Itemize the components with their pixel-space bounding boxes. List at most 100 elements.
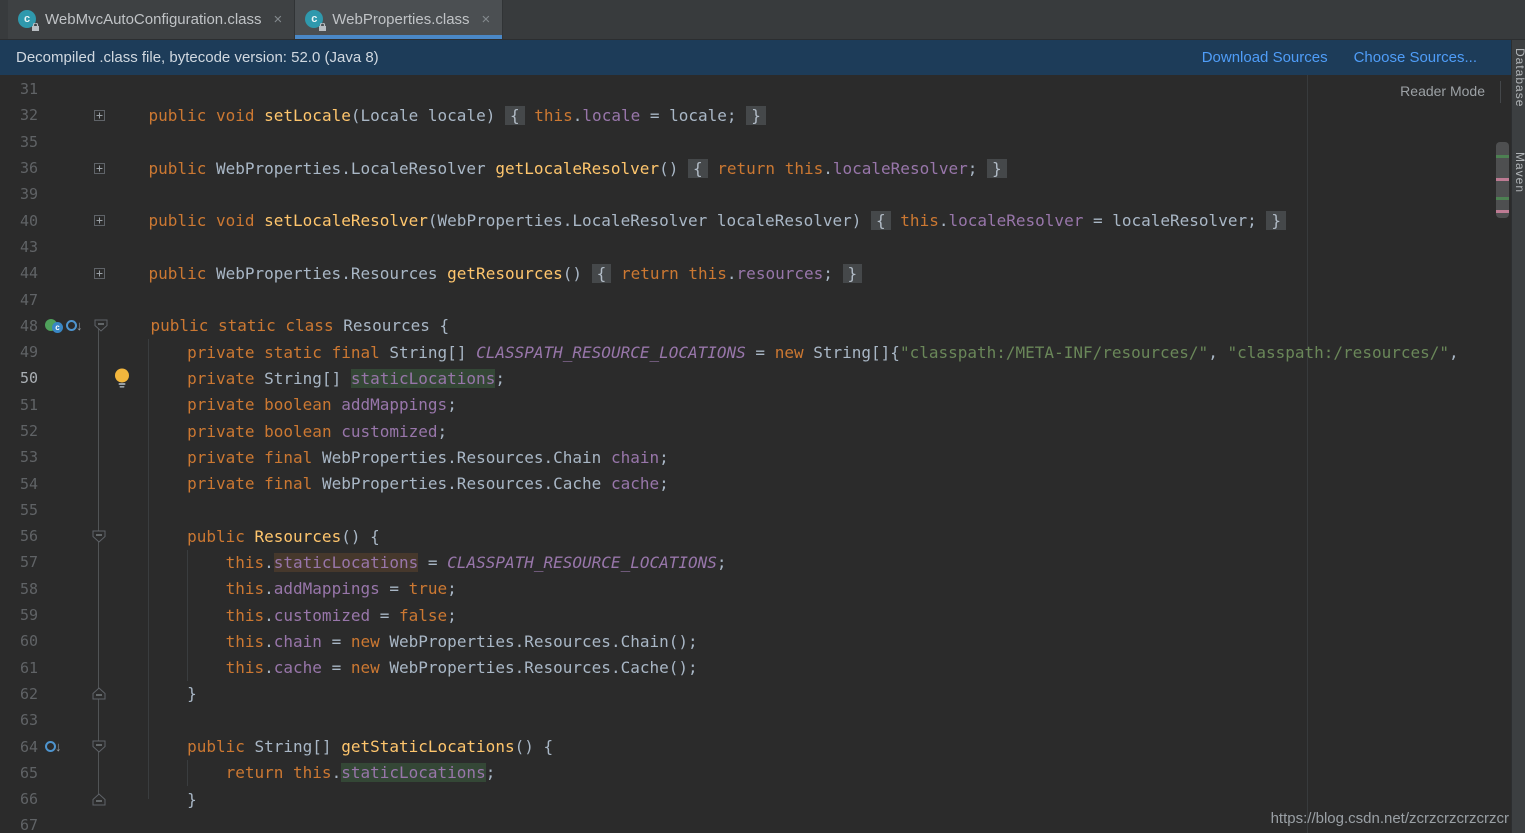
code-line[interactable]: 59 this.customized = false; (0, 602, 1511, 628)
code-line[interactable]: 36 public WebProperties.LocaleResolver g… (0, 155, 1511, 181)
fold-marker-icon[interactable] (88, 740, 110, 753)
code-text[interactable]: this.staticLocations = CLASSPATH_RESOURC… (110, 552, 1511, 572)
intention-bulb-icon[interactable] (114, 368, 130, 389)
code-text[interactable]: public WebProperties.LocaleResolver getL… (110, 158, 1511, 178)
fold-marker-icon[interactable] (90, 319, 112, 332)
line-number: 44 (19, 264, 38, 283)
reader-mode-toggle[interactable]: Reader Mode (1400, 83, 1485, 99)
code-text[interactable]: public String[] getStaticLocations() { (110, 737, 1511, 756)
fold-marker-icon[interactable] (88, 267, 110, 279)
code-text[interactable]: } (110, 790, 1511, 809)
code-line[interactable]: 62 } (0, 681, 1511, 707)
code-line[interactable]: 54 private final WebProperties.Resources… (0, 470, 1511, 496)
choose-sources-link[interactable]: Choose Sources... (1354, 49, 1477, 66)
code-text[interactable]: public void setLocaleResolver(WebPropert… (110, 211, 1511, 231)
code-text[interactable]: private String[] staticLocations; (110, 368, 1511, 388)
fold-marker-icon[interactable] (88, 162, 110, 174)
scroll-mark-green (1496, 155, 1509, 158)
code-line[interactable]: 66 } (0, 786, 1511, 812)
code-line[interactable]: 31 (0, 76, 1511, 102)
code-text[interactable]: private final WebProperties.Resources.Ch… (110, 448, 1511, 467)
code-text[interactable]: return this.staticLocations; (110, 763, 1511, 783)
editor-tab[interactable]: c WebProperties.class × (295, 0, 504, 39)
code-line[interactable]: 57 this.staticLocations = CLASSPATH_RESO… (0, 549, 1511, 575)
code-line[interactable]: 35 (0, 129, 1511, 155)
code-text[interactable]: private final WebProperties.Resources.Ca… (110, 474, 1511, 493)
code-line[interactable]: 50 private String[] staticLocations; (0, 365, 1511, 391)
code-line[interactable]: 64 ↓ public String[] getStaticLocations()… (0, 733, 1511, 759)
code-text[interactable]: public WebProperties.Resources getResour… (110, 263, 1511, 283)
code-line[interactable]: 56 public Resources() { (0, 523, 1511, 549)
code-line[interactable]: 60 this.chain = new WebProperties.Resour… (0, 628, 1511, 654)
code-text[interactable]: this.cache = new WebProperties.Resources… (110, 658, 1511, 677)
gutter-icons: c ↓ (42, 318, 90, 334)
line-number: 36 (19, 159, 38, 178)
line-number: 47 (19, 290, 38, 309)
scroll-mark-pink (1496, 178, 1509, 181)
fold-marker-icon[interactable] (88, 109, 110, 121)
tab-label: WebMvcAutoConfiguration.class (45, 11, 262, 28)
line-number: 53 (19, 448, 38, 467)
code-text[interactable]: private boolean addMappings; (110, 395, 1511, 414)
fold-marker-icon[interactable] (88, 215, 110, 227)
code-text[interactable]: public static class Resources { (112, 316, 1511, 335)
code-line[interactable]: 49 private static final String[] CLASSPA… (0, 339, 1511, 365)
line-number: 55 (19, 500, 38, 519)
code-text[interactable]: this.chain = new WebProperties.Resources… (110, 632, 1511, 651)
tab-close-icon[interactable]: × (274, 11, 283, 28)
code-line[interactable]: 55 (0, 497, 1511, 523)
decompiled-banner: Decompiled .class file, bytecode version… (0, 40, 1511, 75)
fold-marker-icon[interactable] (88, 530, 110, 543)
banner-message: Decompiled .class file, bytecode version… (16, 49, 379, 66)
editor-scrollbar[interactable] (1496, 75, 1510, 833)
code-lines: 31 32 public void setLocale(Locale locale… (0, 76, 1511, 833)
fold-marker-icon[interactable] (88, 792, 110, 806)
code-text[interactable]: public Resources() { (110, 527, 1511, 546)
code-text[interactable]: this.addMappings = true; (110, 579, 1511, 598)
line-number: 32 (19, 106, 38, 125)
line-number: 35 (19, 132, 38, 151)
code-text[interactable]: private boolean customized; (110, 422, 1511, 441)
line-number: 57 (19, 553, 38, 572)
gutter-icons: ↓ (42, 739, 88, 755)
code-line[interactable]: 39 (0, 181, 1511, 207)
fold-marker-icon[interactable] (88, 687, 110, 700)
code-line[interactable]: 53 private final WebProperties.Resources… (0, 444, 1511, 470)
code-line[interactable]: 44 public WebProperties.Resources getRes… (0, 260, 1511, 286)
editor-tab[interactable]: c WebMvcAutoConfiguration.class × (8, 0, 296, 39)
code-line[interactable]: 47 (0, 286, 1511, 312)
tool-window-button-maven[interactable]: Maven (1513, 152, 1525, 193)
code-text[interactable]: this.customized = false; (110, 606, 1511, 625)
code-text[interactable]: public void setLocale(Locale locale) { t… (110, 105, 1511, 125)
code-line[interactable]: 40 public void setLocaleResolver(WebProp… (0, 207, 1511, 233)
line-number: 67 (19, 816, 38, 833)
tab-close-icon[interactable]: × (482, 11, 491, 28)
code-text[interactable]: private static final String[] CLASSPATH_… (110, 343, 1511, 362)
code-line[interactable]: 52 private boolean customized; (0, 418, 1511, 444)
code-line[interactable]: 32 public void setLocale(Locale locale) … (0, 102, 1511, 128)
line-number: 60 (19, 632, 38, 651)
line-number: 50 (19, 369, 38, 388)
code-line[interactable]: 43 (0, 234, 1511, 260)
tab-label: WebProperties.class (332, 11, 470, 28)
line-number: 40 (19, 211, 38, 230)
code-line[interactable]: 61 this.cache = new WebProperties.Resour… (0, 655, 1511, 681)
tool-window-button-database[interactable]: Database (1513, 48, 1525, 107)
code-line[interactable]: 48 c ↓ public static class Resources { (0, 313, 1511, 339)
code-line[interactable]: 63 (0, 707, 1511, 733)
line-number: 31 (19, 80, 38, 99)
line-number: 62 (19, 684, 38, 703)
code-line[interactable]: 65 return this.staticLocations; (0, 760, 1511, 786)
scroll-mark-green (1496, 197, 1509, 200)
code-line[interactable]: 51 private boolean addMappings; (0, 392, 1511, 418)
code-editor[interactable]: 31 32 public void setLocale(Locale locale… (0, 75, 1511, 833)
overridden-marker-icon[interactable]: ↓ (66, 318, 90, 334)
code-text[interactable]: } (110, 684, 1511, 703)
line-number: 65 (19, 763, 38, 782)
overridden-marker-icon[interactable]: ↓ (45, 739, 69, 755)
download-sources-link[interactable]: Download Sources (1202, 49, 1328, 66)
class-file-icon: c (305, 10, 327, 31)
class-file-icon: c (18, 10, 39, 31)
right-tool-window-bar: Database Maven (1511, 40, 1525, 833)
code-line[interactable]: 58 this.addMappings = true; (0, 576, 1511, 602)
